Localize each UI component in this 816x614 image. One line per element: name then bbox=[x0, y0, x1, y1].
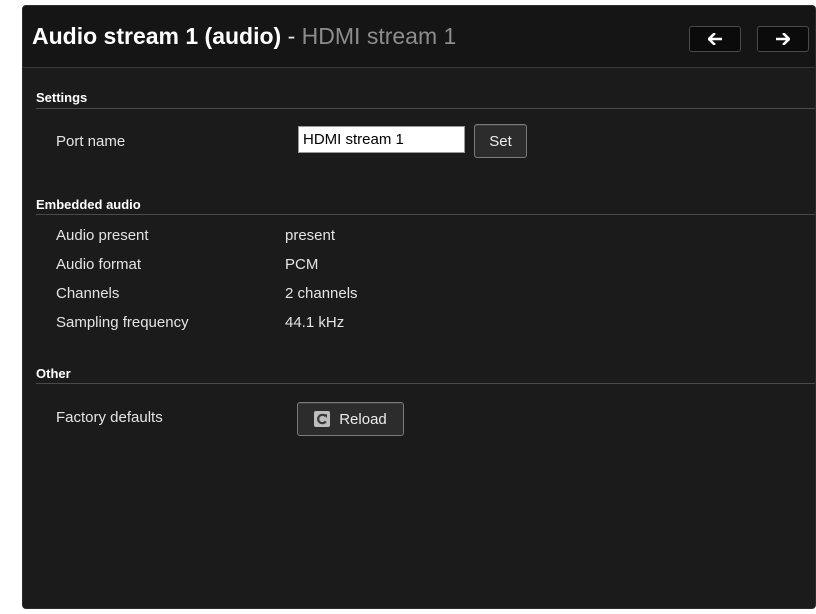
reload-button-label: Reload bbox=[339, 410, 387, 428]
audio-format-label: Audio format bbox=[56, 256, 142, 273]
port-name-input[interactable] bbox=[298, 126, 465, 153]
settings-section-title: Settings bbox=[36, 90, 88, 105]
audio-stream-panel: Audio stream 1 (audio) - HDMI stream 1 S… bbox=[22, 5, 816, 609]
previous-port-button[interactable] bbox=[689, 26, 741, 52]
other-section-title: Other bbox=[36, 366, 71, 381]
embedded-audio-section-title: Embedded audio bbox=[36, 197, 141, 212]
next-port-button[interactable] bbox=[757, 26, 809, 52]
factory-defaults-label: Factory defaults bbox=[56, 409, 163, 426]
channels-label: Channels bbox=[56, 285, 120, 302]
port-name-label: Port name bbox=[56, 133, 126, 150]
reload-icon bbox=[314, 411, 331, 427]
page-title-subtitle: HDMI stream 1 bbox=[301, 23, 457, 49]
set-button-label: Set bbox=[489, 132, 512, 150]
page-title-separator: - bbox=[281, 23, 302, 49]
settings-section-divider bbox=[36, 108, 815, 109]
arrow-right-icon bbox=[776, 33, 790, 45]
reload-factory-defaults-button[interactable]: Reload bbox=[297, 402, 404, 436]
sampling-frequency-value: 44.1 kHz bbox=[285, 314, 345, 331]
channels-value: 2 channels bbox=[285, 285, 358, 302]
set-port-name-button[interactable]: Set bbox=[474, 124, 527, 158]
sampling-frequency-label: Sampling frequency bbox=[56, 314, 189, 331]
audio-present-value: present bbox=[285, 227, 336, 244]
audio-format-value: PCM bbox=[285, 256, 319, 273]
page-title-main: Audio stream 1 (audio) bbox=[32, 23, 282, 49]
arrow-left-icon bbox=[708, 33, 722, 45]
audio-present-label: Audio present bbox=[56, 227, 149, 244]
other-section-divider bbox=[36, 383, 815, 384]
panel-header: Audio stream 1 (audio) - HDMI stream 1 bbox=[23, 6, 815, 68]
page-title: Audio stream 1 (audio) - HDMI stream 1 bbox=[32, 20, 456, 52]
embedded-audio-section-divider bbox=[36, 214, 815, 215]
